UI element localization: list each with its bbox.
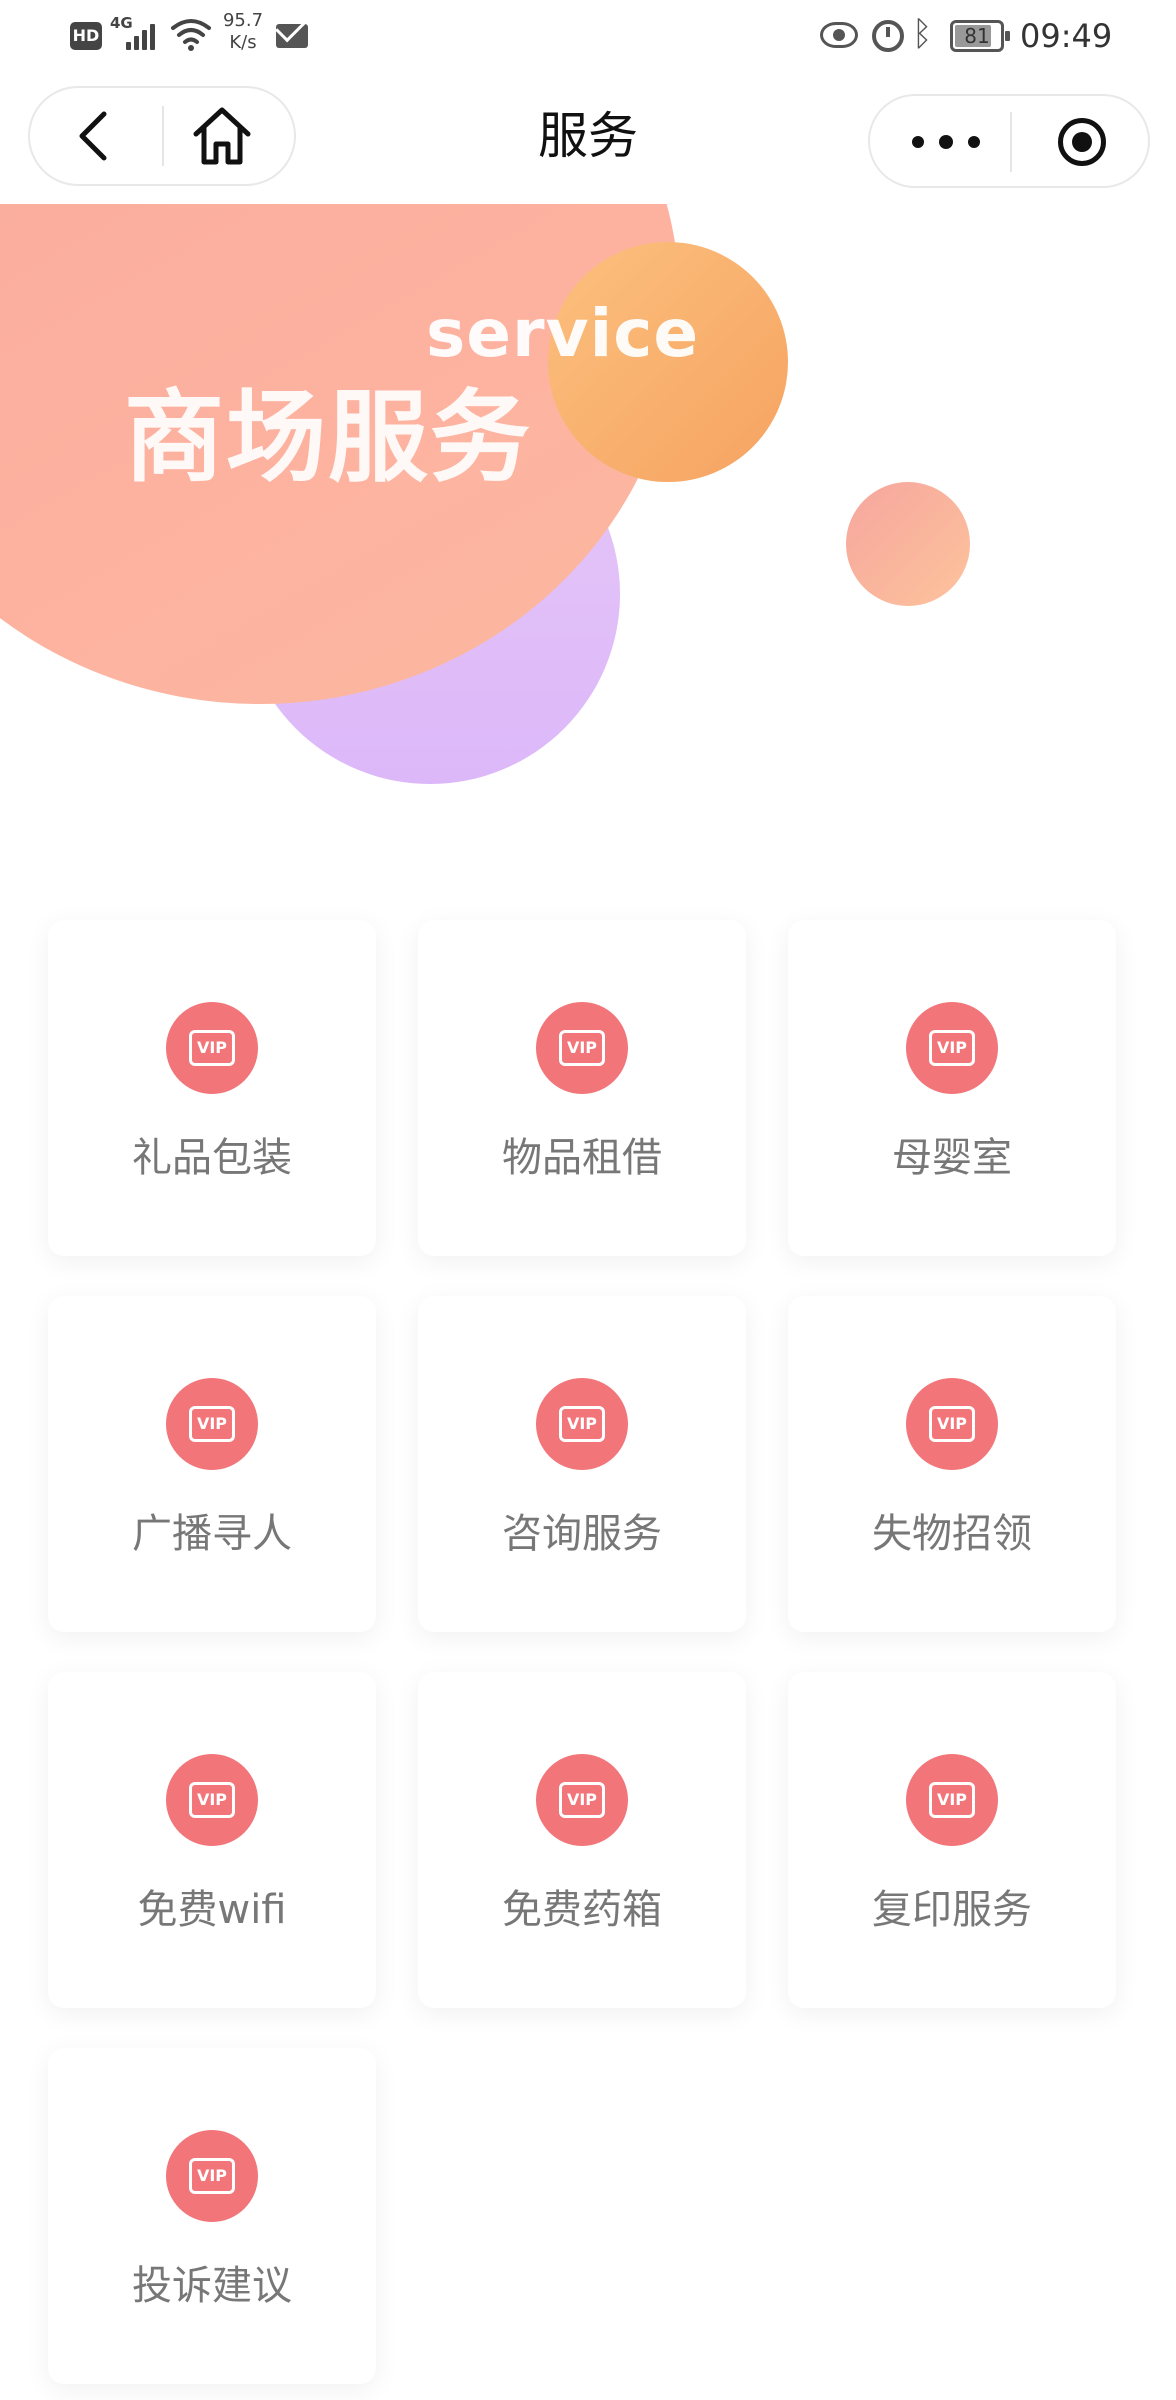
vip-icon: VIP xyxy=(906,1002,998,1094)
wifi-icon xyxy=(171,19,211,51)
service-card[interactable]: VIP 广播寻人 xyxy=(48,1296,376,1632)
service-label: 母婴室 xyxy=(892,1135,1012,1181)
battery-icon: 81 xyxy=(950,20,1010,52)
service-card[interactable]: VIP 免费药箱 xyxy=(418,1672,746,2008)
page: HD 4G 95.7 K/s ᛒ 81 09:49 服务 service 商场服… xyxy=(0,0,1176,2400)
more-dots-icon[interactable] xyxy=(900,114,990,170)
target-icon[interactable] xyxy=(1050,110,1114,174)
vip-icon: VIP xyxy=(166,2130,258,2222)
service-card[interactable]: VIP 免费wifi xyxy=(48,1672,376,2008)
home-icon xyxy=(193,107,251,165)
target-dot xyxy=(1072,132,1092,152)
service-card[interactable]: VIP 失物招领 xyxy=(788,1296,1116,1632)
vip-icon-text: VIP xyxy=(189,1030,235,1066)
vip-icon: VIP xyxy=(536,1002,628,1094)
speed-value: 95.7 xyxy=(222,10,264,31)
vip-icon: VIP xyxy=(906,1378,998,1470)
service-label: 物品租借 xyxy=(502,1135,662,1181)
vip-icon: VIP xyxy=(166,1378,258,1470)
back-button[interactable] xyxy=(66,106,126,166)
vip-icon: VIP xyxy=(906,1754,998,1846)
service-card[interactable]: VIP 母婴室 xyxy=(788,920,1116,1256)
battery-percent: 81 xyxy=(964,24,990,48)
service-label: 咨询服务 xyxy=(502,1511,662,1557)
speed-unit: K/s xyxy=(229,32,257,53)
small-circle xyxy=(846,482,970,606)
nav-right-capsule xyxy=(868,94,1150,188)
service-label: 免费药箱 xyxy=(502,1887,662,1933)
home-button[interactable] xyxy=(190,104,254,168)
eye-icon xyxy=(820,22,858,48)
vip-icon-text: VIP xyxy=(559,1782,605,1818)
service-card[interactable]: VIP 礼品包装 xyxy=(48,920,376,1256)
network-speed: 95.7 K/s xyxy=(218,10,268,54)
service-label: 复印服务 xyxy=(872,1887,1032,1933)
service-label: 广播寻人 xyxy=(132,1511,292,1557)
service-card[interactable]: VIP 投诉建议 xyxy=(48,2048,376,2384)
nav-divider xyxy=(1010,112,1012,172)
service-label: 投诉建议 xyxy=(132,2263,292,2309)
banner-chinese-title: 商场服务 xyxy=(124,379,532,496)
chevron-left-icon xyxy=(79,111,107,161)
service-label: 免费wifi xyxy=(137,1887,287,1933)
service-card[interactable]: VIP 物品租借 xyxy=(418,920,746,1256)
alarm-icon xyxy=(872,20,904,52)
service-card[interactable]: VIP 复印服务 xyxy=(788,1672,1116,2008)
vip-icon-text: VIP xyxy=(559,1406,605,1442)
service-card[interactable]: VIP 咨询服务 xyxy=(418,1296,746,1632)
page-title: 服务 xyxy=(538,107,638,165)
mail-icon xyxy=(276,24,308,48)
clock: 09:49 xyxy=(1020,17,1113,55)
nav-divider xyxy=(162,106,164,166)
vip-icon: VIP xyxy=(166,1002,258,1094)
banner: service 商场服务 xyxy=(0,204,1176,824)
vip-icon-text: VIP xyxy=(929,1782,975,1818)
status-bar: HD 4G 95.7 K/s ᛒ 81 09:49 xyxy=(0,0,1176,72)
vip-icon-text: VIP xyxy=(189,1782,235,1818)
vip-icon: VIP xyxy=(536,1754,628,1846)
hd-badge: HD xyxy=(70,22,102,50)
vip-icon-text: VIP xyxy=(189,1406,235,1442)
banner-english-title: service xyxy=(426,295,700,372)
service-label: 礼品包装 xyxy=(132,1135,292,1181)
vip-icon: VIP xyxy=(536,1378,628,1470)
vip-icon-text: VIP xyxy=(189,2158,235,2194)
nav-left-capsule xyxy=(28,86,296,186)
service-label: 失物招领 xyxy=(872,1511,1032,1557)
vip-icon-text: VIP xyxy=(929,1406,975,1442)
vip-icon-text: VIP xyxy=(929,1030,975,1066)
signal-icon xyxy=(126,20,162,50)
vip-icon-text: VIP xyxy=(559,1030,605,1066)
vip-icon: VIP xyxy=(166,1754,258,1846)
bluetooth-icon: ᛒ xyxy=(912,14,933,54)
